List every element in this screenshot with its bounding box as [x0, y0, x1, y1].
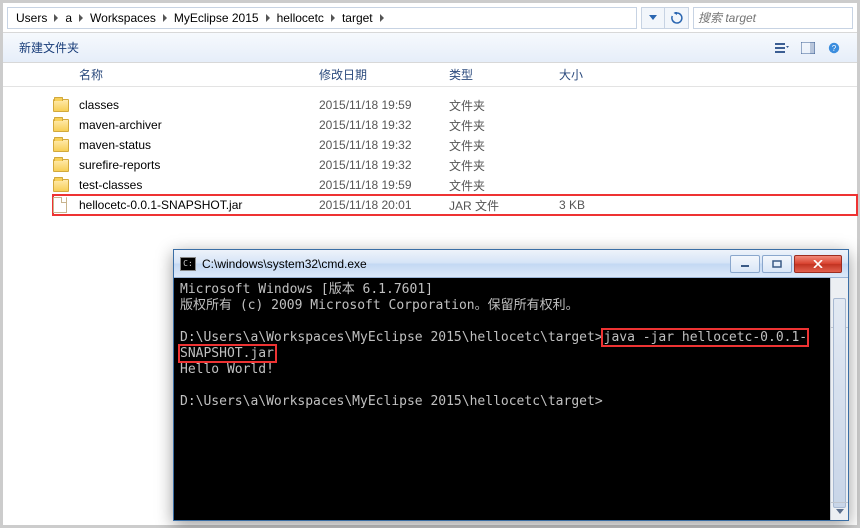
minimize-button[interactable] [730, 255, 760, 273]
cmd-icon: C: [180, 257, 196, 271]
cmd-window[interactable]: C: C:\windows\system32\cmd.exe Microsoft… [173, 249, 849, 521]
preview-pane-button[interactable] [795, 37, 821, 59]
column-size[interactable]: 大小 [559, 66, 639, 83]
folder-icon [53, 139, 79, 152]
cmd-line: Microsoft Windows [版本 6.1.7601] [180, 282, 433, 297]
folder-icon [53, 99, 79, 112]
refresh-button[interactable] [665, 7, 689, 29]
new-folder-button[interactable]: 新建文件夹 [13, 39, 85, 56]
cmd-titlebar[interactable]: C: C:\windows\system32\cmd.exe [174, 250, 848, 278]
svg-text:?: ? [832, 44, 837, 53]
maximize-button[interactable] [762, 255, 792, 273]
file-name: maven-archiver [79, 118, 319, 132]
search-input[interactable] [693, 7, 853, 29]
help-button[interactable]: ? [821, 37, 847, 59]
address-bar: Users a Workspaces MyEclipse 2015 helloc… [3, 3, 857, 33]
crumb-hellocetc[interactable]: hellocetc [273, 8, 328, 28]
cmd-line: 版权所有 (c) 2009 Microsoft Corporation。保留所有… [180, 298, 579, 313]
cmd-line: Hello World! [180, 362, 274, 377]
file-modified: 2015/11/18 19:59 [319, 178, 449, 192]
scroll-down-button[interactable] [831, 502, 848, 520]
file-type: 文件夹 [449, 97, 559, 114]
history-nav [641, 7, 689, 29]
file-modified: 2015/11/18 19:32 [319, 158, 449, 172]
crumb-a[interactable]: a [61, 8, 76, 28]
toolbar: 新建文件夹 ? [3, 33, 857, 63]
file-type: 文件夹 [449, 137, 559, 154]
crumb-myeclipse[interactable]: MyEclipse 2015 [170, 8, 263, 28]
file-name: surefire-reports [79, 158, 319, 172]
crumb-target[interactable]: target [338, 8, 377, 28]
close-button[interactable] [794, 255, 842, 273]
window-buttons [728, 255, 842, 273]
chevron-right-icon[interactable] [160, 8, 170, 28]
file-modified: 2015/11/18 19:32 [319, 138, 449, 152]
file-modified: 2015/11/18 19:32 [319, 118, 449, 132]
file-row[interactable]: maven-archiver 2015/11/18 19:32 文件夹 [53, 115, 857, 135]
file-modified: 2015/11/18 19:59 [319, 98, 449, 112]
column-type[interactable]: 类型 [449, 66, 559, 83]
cmd-title-text: C:\windows\system32\cmd.exe [202, 257, 728, 271]
chevron-right-icon[interactable] [51, 8, 61, 28]
file-row[interactable]: maven-status 2015/11/18 19:32 文件夹 [53, 135, 857, 155]
column-modified[interactable]: 修改日期 [319, 66, 449, 83]
chevron-right-icon[interactable] [76, 8, 86, 28]
view-options-button[interactable] [769, 37, 795, 59]
scroll-thumb[interactable] [833, 298, 846, 508]
chevron-right-icon[interactable] [263, 8, 273, 28]
file-name: classes [79, 98, 319, 112]
file-type: JAR 文件 [449, 197, 559, 214]
jar-file-icon [53, 197, 79, 213]
file-name: maven-status [79, 138, 319, 152]
cmd-prompt: D:\Users\a\Workspaces\MyEclipse 2015\hel… [180, 394, 603, 409]
folder-icon [53, 179, 79, 192]
cmd-scrollbar[interactable] [830, 278, 848, 520]
column-name[interactable]: 名称 [79, 66, 319, 83]
cmd-output[interactable]: Microsoft Windows [版本 6.1.7601] 版权所有 (c)… [174, 278, 848, 520]
folder-icon [53, 159, 79, 172]
file-name: test-classes [79, 178, 319, 192]
file-modified: 2015/11/18 20:01 [319, 198, 449, 212]
breadcrumb[interactable]: Users a Workspaces MyEclipse 2015 helloc… [7, 7, 637, 29]
file-row[interactable]: classes 2015/11/18 19:59 文件夹 [53, 95, 857, 115]
file-row[interactable]: test-classes 2015/11/18 19:59 文件夹 [53, 175, 857, 195]
file-type: 文件夹 [449, 117, 559, 134]
file-name: hellocetc-0.0.1-SNAPSHOT.jar [79, 198, 319, 212]
history-dropdown-button[interactable] [641, 7, 665, 29]
file-type: 文件夹 [449, 157, 559, 174]
file-type: 文件夹 [449, 177, 559, 194]
column-headers: 名称 修改日期 类型 大小 [3, 63, 857, 87]
file-size: 3 KB [559, 198, 639, 212]
chevron-right-icon[interactable] [377, 8, 387, 28]
folder-icon [53, 119, 79, 132]
crumb-users[interactable]: Users [12, 8, 51, 28]
file-row[interactable]: surefire-reports 2015/11/18 19:32 文件夹 [53, 155, 857, 175]
file-row[interactable]: hellocetc-0.0.1-SNAPSHOT.jar 2015/11/18 … [53, 195, 857, 215]
file-list: classes 2015/11/18 19:59 文件夹 maven-archi… [3, 87, 857, 215]
crumb-workspaces[interactable]: Workspaces [86, 8, 160, 28]
cmd-prompt: D:\Users\a\Workspaces\MyEclipse 2015\hel… [180, 330, 603, 345]
chevron-right-icon[interactable] [328, 8, 338, 28]
